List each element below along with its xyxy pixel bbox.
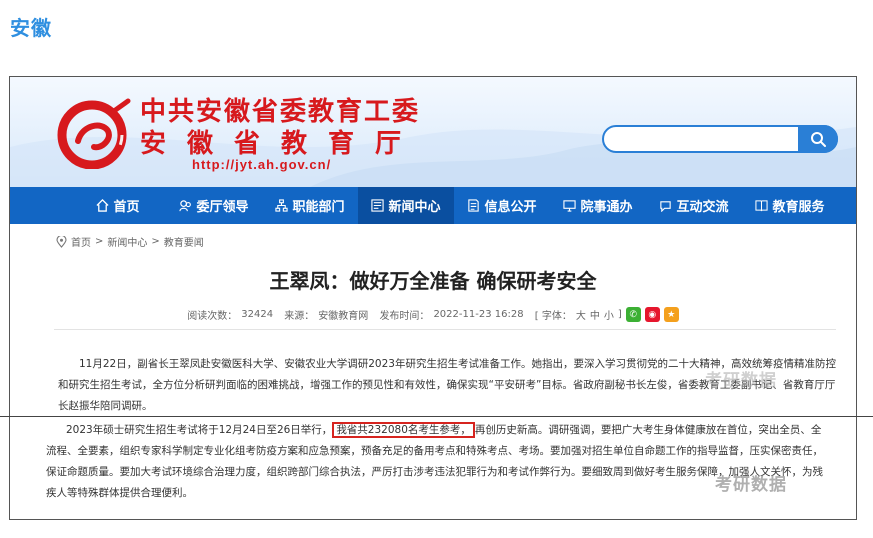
leaders-icon — [179, 200, 192, 212]
site-url[interactable]: http://jyt.ah.gov.cn/ — [192, 157, 331, 172]
views-count: 32424 — [241, 309, 274, 320]
breadcrumb: 首页 > 新闻中心 > 教育要闻 — [56, 234, 204, 249]
crop-divider-line — [0, 416, 873, 417]
site-banner: 中共安徽省委教育工委 安徽省教育厅 http://jyt.ah.gov.cn/ — [10, 77, 856, 187]
source-label: 来源： — [284, 311, 315, 322]
weibo-share-icon[interactable]: ◉ — [644, 307, 660, 322]
watermark-upper: 考研数据 — [705, 371, 777, 391]
breadcrumb-separator: > — [151, 236, 160, 247]
breadcrumb-home[interactable]: 首页 — [71, 234, 91, 249]
font-size-large[interactable]: 大 — [576, 307, 586, 322]
article-paragraph-2: 2023年硕士研究生招生考试将于12月24日至26日举行， 我省共232080名考… — [46, 420, 828, 504]
nav-item-services-online[interactable]: 院事通办 — [550, 187, 646, 224]
search-button[interactable] — [798, 125, 838, 153]
breadcrumb-news[interactable]: 新闻中心 — [107, 234, 147, 249]
search-box — [602, 125, 838, 153]
nav-item-leaders[interactable]: 委厅领导 — [166, 187, 262, 224]
font-size-small[interactable]: 小 — [604, 307, 614, 322]
nav-item-label: 信息公开 — [484, 200, 537, 215]
book-icon — [755, 200, 769, 212]
nav-item-label: 教育服务 — [772, 200, 825, 215]
main-nav: 首页 委厅领导 职能部门 新闻中心 信息公开 院事通办 互动交流 教育服务 — [10, 187, 856, 224]
breadcrumb-separator: > — [95, 236, 104, 247]
article-meta: 阅读次数： 32424 来源： 安徽教育网 发布时间： 2022-11-23 16:2… — [10, 307, 856, 322]
views-label: 阅读次数： — [187, 311, 238, 322]
nav-item-label: 职能部门 — [292, 200, 345, 215]
nav-item-education-services[interactable]: 教育服务 — [742, 187, 838, 224]
chat-icon — [660, 201, 672, 212]
news-icon — [371, 199, 385, 212]
search-input[interactable] — [614, 130, 794, 148]
section-label: 安徽 — [10, 16, 52, 40]
nav-item-label: 院事通办 — [580, 200, 633, 215]
watermark-lower: 考研数据 — [715, 475, 787, 495]
education-logo[interactable] — [54, 97, 134, 170]
meta-divider — [54, 329, 836, 330]
nav-item-interaction[interactable]: 互动交流 — [646, 187, 742, 224]
source-name: 安徽教育网 — [318, 311, 369, 322]
search-icon — [811, 132, 826, 147]
paragraph-2-lead: 2023年硕士研究生招生考试将于12月24日至26日举行， — [66, 424, 333, 436]
nav-item-departments[interactable]: 职能部门 — [262, 187, 358, 224]
favorite-star-icon[interactable]: ★ — [663, 307, 679, 322]
nav-item-home[interactable]: 首页 — [70, 187, 166, 224]
nav-item-label: 互动交流 — [676, 200, 729, 215]
nav-item-news[interactable]: 新闻中心 — [358, 187, 454, 224]
monitor-icon — [563, 200, 577, 212]
publish-date: 2022-11-23 16:28 — [433, 309, 524, 320]
nav-item-info-disclosure[interactable]: 信息公开 — [454, 187, 550, 224]
date-label: 发布时间： — [379, 311, 430, 322]
document-icon — [468, 199, 480, 212]
font-size-end: ] — [617, 309, 622, 320]
home-icon — [96, 199, 110, 212]
font-size-medium[interactable]: 中 — [590, 307, 600, 322]
nav-item-label: 委厅领导 — [196, 200, 249, 215]
breadcrumb-current[interactable]: 教育要闻 — [164, 234, 204, 249]
location-pin-icon — [56, 235, 67, 248]
article-title: 王翠凤：做好万全准备 确保研考安全 — [269, 269, 597, 293]
nav-item-label: 首页 — [113, 200, 140, 215]
site-title-line2: 安徽省教育厅 — [140, 129, 423, 159]
font-size-label: [ 字体： — [534, 311, 572, 322]
highlighted-candidate-count: 我省共232080名考生参考， — [332, 422, 475, 438]
org-chart-icon — [275, 199, 289, 212]
wechat-share-icon[interactable]: ✆ — [625, 307, 641, 322]
nav-item-label: 新闻中心 — [388, 200, 441, 215]
